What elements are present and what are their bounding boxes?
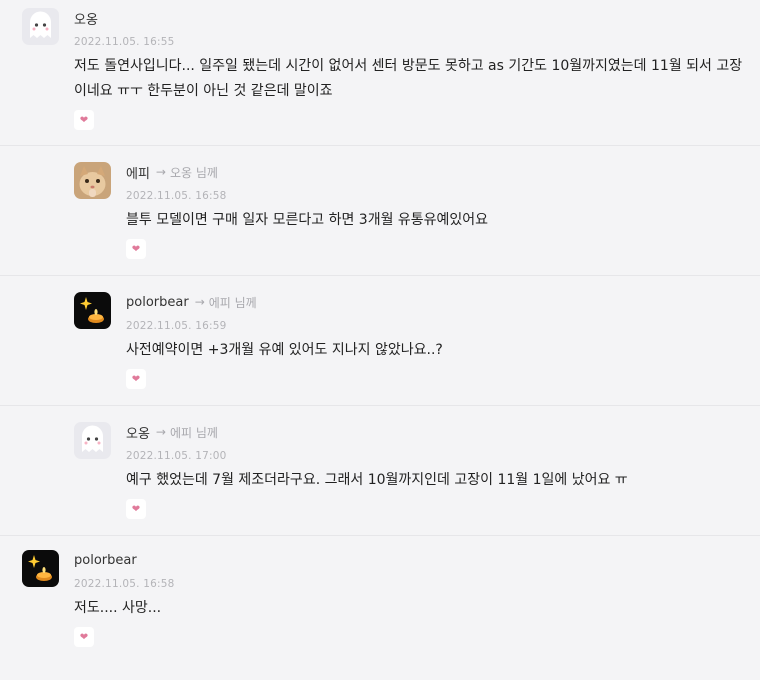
comment-author[interactable]: 오옹 — [74, 9, 98, 28]
comment-author[interactable]: polorbear — [74, 553, 137, 568]
heart-icon: ❤ — [131, 243, 141, 255]
comment-date: 2022.11.05. 17:00 — [126, 450, 227, 462]
comment-item: 오옹 2022.11.05. 16:55 저도 돌연사입니다... 일주일 됐는… — [0, 0, 760, 146]
comment-header: 오옹 — [74, 8, 760, 28]
reply-arrow-icon: → — [194, 295, 205, 309]
heart-icon: ❤ — [131, 373, 141, 385]
comment-body: polorbear → 에피 님께 2022.11.05. 16:59 사전예약… — [126, 292, 760, 389]
reply-arrow-icon: → — [155, 165, 166, 179]
heart-icon: ❤ — [79, 114, 89, 126]
reply-item: 에피 → 오옹 님께 2022.11.05. 16:58 블투 모델이면 구매 … — [0, 146, 760, 276]
comment-date: 2022.11.05. 16:58 — [74, 578, 175, 590]
comment-header: polorbear → 에피 님께 — [126, 292, 760, 312]
comment-body: polorbear 2022.11.05. 16:58 저도.... 사망...… — [74, 550, 760, 647]
comment-body: 오옹 2022.11.05. 16:55 저도 돌연사입니다... 일주일 됐는… — [74, 8, 760, 130]
candle-avatar[interactable] — [22, 550, 59, 587]
like-button[interactable]: ❤ — [74, 110, 94, 130]
comment-text: 블투 모델이면 구매 일자 모른다고 하면 3개월 유통유예있어요 — [126, 212, 489, 228]
cat-avatar[interactable] — [74, 162, 111, 199]
reply-target[interactable]: 에피 님께 — [209, 294, 257, 311]
like-button[interactable]: ❤ — [126, 369, 146, 389]
reply-item: 오옹 → 에피 님께 2022.11.05. 17:00 예구 했었는데 7월 … — [0, 406, 760, 536]
reply-target[interactable]: 오옹 님께 — [170, 164, 218, 181]
ghost-avatar[interactable] — [22, 8, 59, 45]
comment-text: 예구 했었는데 7월 제조더라구요. 그래서 10월까지인데 고장이 11월 1… — [126, 472, 628, 488]
comment-date: 2022.11.05. 16:59 — [126, 320, 227, 332]
reply-item: polorbear → 에피 님께 2022.11.05. 16:59 사전예약… — [0, 276, 760, 406]
reply-arrow-icon: → — [155, 425, 166, 439]
comment-header: 에피 → 오옹 님께 — [126, 162, 760, 182]
comment-body: 오옹 → 에피 님께 2022.11.05. 17:00 예구 했었는데 7월 … — [126, 422, 760, 519]
heart-icon: ❤ — [131, 503, 141, 515]
like-button[interactable]: ❤ — [74, 627, 94, 647]
comment-author[interactable]: 오옹 — [126, 423, 150, 442]
comment-item: polorbear 2022.11.05. 16:58 저도.... 사망...… — [0, 536, 760, 680]
heart-icon: ❤ — [79, 631, 89, 643]
comment-author[interactable]: 에피 — [126, 163, 150, 182]
comment-text: 저도 돌연사입니다... 일주일 됐는데 시간이 없어서 센터 방문도 못하고 … — [74, 58, 743, 99]
comment-author[interactable]: polorbear — [126, 295, 189, 310]
reply-target[interactable]: 에피 님께 — [170, 424, 218, 441]
comment-date: 2022.11.05. 16:58 — [126, 190, 227, 202]
comment-header: 오옹 → 에피 님께 — [126, 422, 760, 442]
ghost-avatar[interactable] — [74, 422, 111, 459]
comment-header: polorbear — [74, 550, 760, 570]
like-button[interactable]: ❤ — [126, 499, 146, 519]
comment-text: 저도.... 사망... — [74, 600, 162, 616]
comment-body: 에피 → 오옹 님께 2022.11.05. 16:58 블투 모델이면 구매 … — [126, 162, 760, 259]
comment-date: 2022.11.05. 16:55 — [74, 36, 175, 48]
comment-text: 사전예약이면 +3개월 유예 있어도 지나지 않았나요..? — [126, 342, 443, 358]
like-button[interactable]: ❤ — [126, 239, 146, 259]
candle-avatar[interactable] — [74, 292, 111, 329]
